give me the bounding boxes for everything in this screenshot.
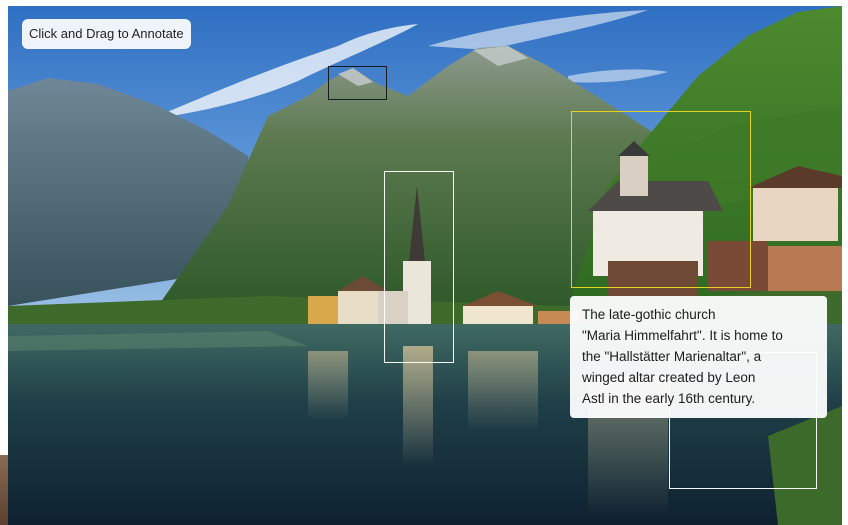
note-line: winged altar created by Leon [582,370,756,385]
note-line: The late-gothic church [582,307,716,322]
annotate-hint-label: Click and Drag to Annotate [22,19,191,49]
annotation-box-mountain-peak[interactable] [328,66,387,100]
note-line: "Maria Himmelfahrt". It is home to [582,328,783,343]
note-line: the "Hallstätter Marienaltar", a [582,349,762,364]
annotation-box-church-spire[interactable] [384,171,454,363]
annotation-note-popup: The late-gothic church "Maria Himmelfahr… [570,296,827,418]
note-line: Astl in the early 16th century. [582,391,756,406]
annotation-box-gothic-church[interactable] [571,111,751,288]
annotation-stage: Click and Drag to Annotate The late-goth… [0,0,848,525]
